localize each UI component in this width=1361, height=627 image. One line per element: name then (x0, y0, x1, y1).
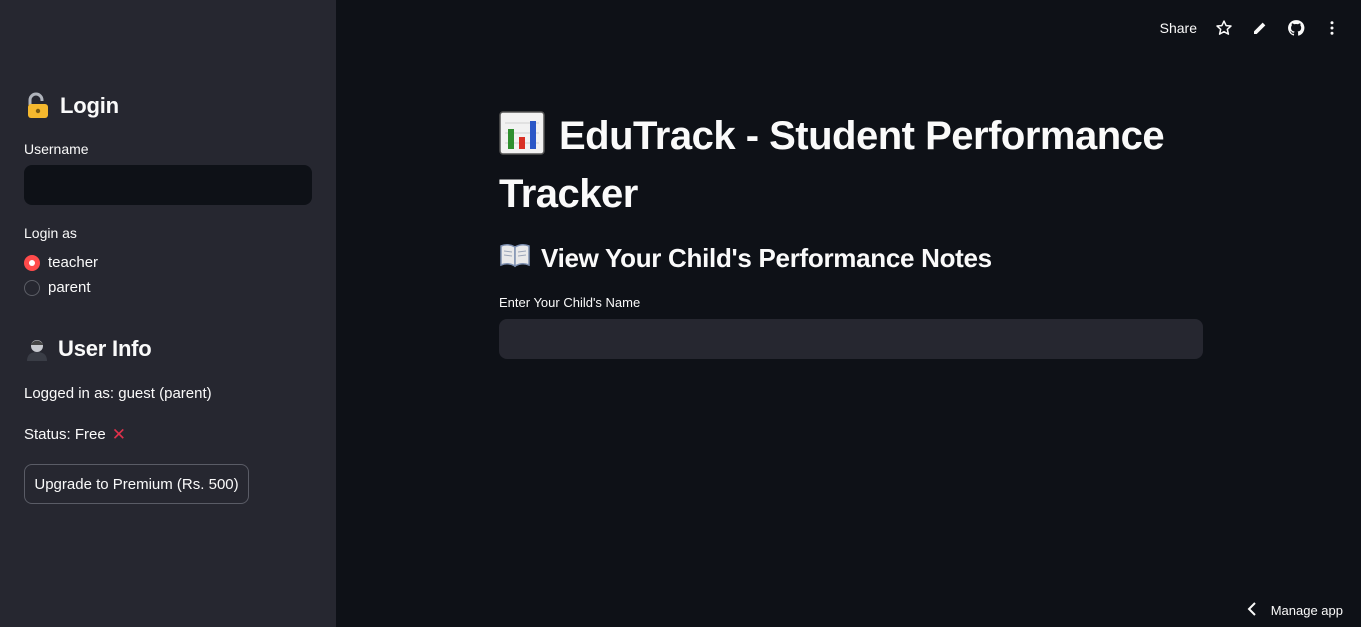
user-info-heading: User Info (24, 336, 152, 362)
radio-selected-icon (24, 254, 40, 271)
radio-unselected-icon (24, 279, 40, 296)
share-button[interactable]: Share (1160, 20, 1197, 36)
section-heading-text: View Your Child's Performance Notes (541, 243, 992, 273)
user-info-heading-text: User Info (58, 336, 152, 361)
sidebar: Login Username Login as teacher parent U… (0, 0, 336, 627)
github-icon[interactable] (1287, 19, 1305, 37)
chevron-left-icon (1247, 602, 1257, 619)
status-text: Status: Free (24, 426, 106, 443)
logged-in-text: Logged in as: guest (parent) (24, 385, 212, 402)
username-label: Username (24, 141, 89, 157)
username-input[interactable] (24, 165, 312, 205)
child-name-input[interactable] (499, 319, 1203, 359)
open-book-icon (499, 242, 531, 275)
star-icon[interactable] (1215, 19, 1233, 37)
person-icon (24, 336, 50, 362)
page-title: EduTrack - Student Performance Tracker (499, 110, 1219, 220)
manage-app-button[interactable]: Manage app (1247, 602, 1343, 619)
child-name-label: Enter Your Child's Name (499, 295, 641, 310)
login-as-label: Login as (24, 225, 77, 241)
radio-teacher-label: teacher (48, 254, 99, 271)
pencil-icon[interactable] (1251, 19, 1269, 37)
top-toolbar: Share (1160, 16, 1341, 40)
upgrade-premium-button[interactable]: Upgrade to Premium (Rs. 500) (24, 464, 249, 504)
more-vertical-icon[interactable] (1323, 19, 1341, 37)
bar-chart-icon (499, 111, 545, 168)
manage-app-label: Manage app (1270, 603, 1343, 618)
unlocked-lock-icon (24, 92, 52, 120)
cross-mark-icon: ✕ (111, 425, 126, 444)
status-line: Status: Free ✕ (24, 426, 126, 443)
login-heading-text: Login (60, 93, 119, 118)
radio-parent-label: parent (48, 279, 91, 296)
section-heading: View Your Child's Performance Notes (499, 242, 992, 275)
app-root: Login Username Login as teacher parent U… (0, 0, 1361, 627)
radio-parent[interactable]: parent (24, 279, 91, 296)
login-heading: Login (24, 92, 119, 120)
page-title-text: EduTrack - Student Performance Tracker (499, 114, 1165, 216)
radio-teacher[interactable]: teacher (24, 254, 98, 271)
